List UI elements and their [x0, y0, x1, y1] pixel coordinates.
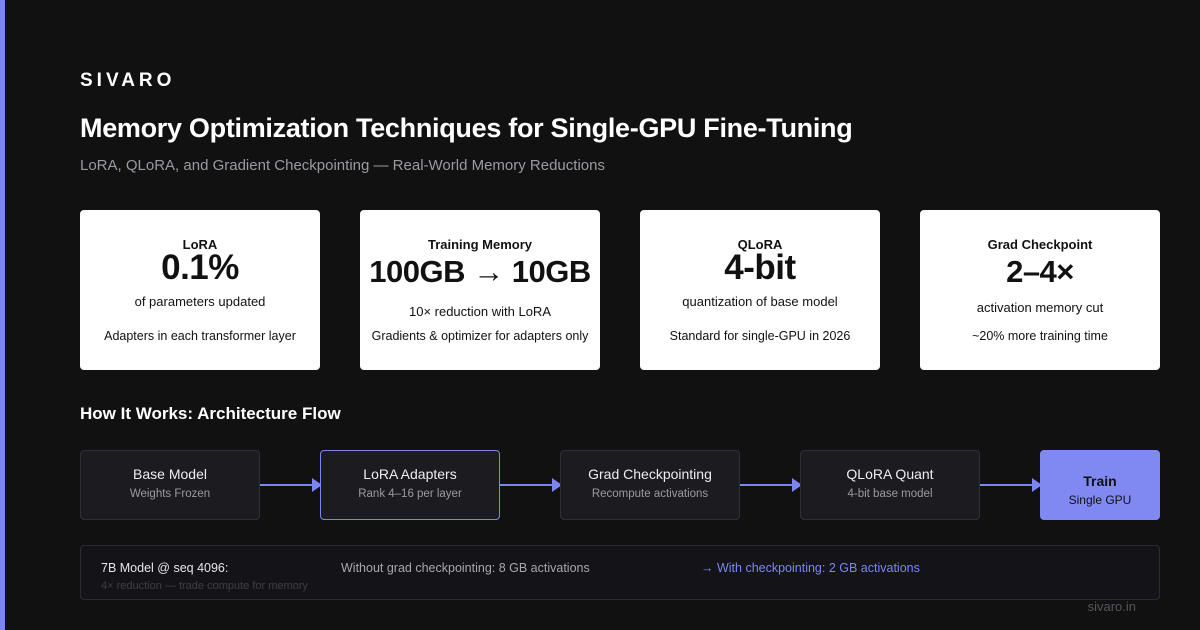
flow-arrow	[260, 478, 322, 492]
page: SIVARO Memory Optimization Techniques fo…	[0, 0, 1200, 630]
flow-arrow	[980, 478, 1042, 492]
stat-card-qlora: QLoRA 4-bit quantization of base model S…	[640, 210, 880, 370]
stat-label: Training Memory	[427, 237, 533, 252]
stat-desc: activation memory cut	[976, 300, 1104, 315]
flow-node-title: Train	[1083, 473, 1117, 489]
accent-bar	[0, 0, 5, 630]
stat-value: 100GB → 10GB	[369, 254, 591, 289]
stat-desc: of parameters updated	[134, 294, 266, 309]
flow-node-qlora-quant: QLoRA Quant 4-bit base model	[800, 450, 980, 520]
flow-node-subtitle: Rank 4–16 per layer	[358, 488, 462, 500]
flow-node-title: QLoRA Quant	[846, 466, 934, 482]
info-label: 7B Model @ seq 4096:	[101, 561, 229, 575]
stat-note: Adapters in each transformer layer	[104, 329, 296, 343]
flow-arrow	[500, 478, 562, 492]
flow-node-lora-adapters: LoRA Adapters Rank 4–16 per layer	[320, 450, 500, 520]
section-title: How It Works: Architecture Flow	[80, 404, 341, 423]
footer-url: sivaro.in	[1087, 599, 1136, 614]
flow-node-train: Train Single GPU	[1040, 450, 1160, 520]
stat-desc: 10× reduction with LoRA	[408, 304, 551, 319]
stat-value: 2–4×	[1006, 254, 1074, 289]
stat-desc: quantization of base model	[682, 294, 838, 309]
stat-label: Grad Checkpoint	[987, 237, 1093, 252]
flow-node-grad-checkpointing: Grad Checkpointing Recompute activations	[560, 450, 740, 520]
info-without-checkpointing: Without grad checkpointing: 8 GB activat…	[341, 561, 590, 575]
page-title: Memory Optimization Techniques for Singl…	[80, 113, 853, 143]
page-subtitle: LoRA, QLoRA, and Gradient Checkpointing …	[80, 157, 605, 174]
flow-node-subtitle: Single GPU	[1068, 493, 1132, 507]
flow-node-subtitle: Weights Frozen	[129, 488, 211, 500]
stat-value: 0.1%	[161, 248, 239, 287]
flow-node-title: Grad Checkpointing	[588, 466, 712, 482]
stat-card-lora: LoRA 0.1% of parameters updated Adapters…	[80, 210, 320, 370]
stat-note: ~20% more training time	[972, 329, 1108, 343]
stat-value: 4-bit	[724, 248, 796, 287]
info-with-checkpointing: → With checkpointing: 2 GB activations	[701, 561, 920, 575]
flow-node-base-model: Base Model Weights Frozen	[80, 450, 260, 520]
flow-arrow	[740, 478, 802, 492]
flow-node-title: Base Model	[133, 466, 207, 482]
brand-logo: SIVARO	[80, 70, 176, 91]
stat-note: Gradients & optimizer for adapters only	[371, 329, 589, 343]
stat-card-training-memory: Training Memory 100GB → 10GB 10× reducti…	[360, 210, 600, 370]
info-footnote: 4× reduction — trade compute for memory	[101, 580, 308, 592]
stat-card-grad-checkpoint: Grad Checkpoint 2–4× activation memory c…	[920, 210, 1160, 370]
flow-node-subtitle: Recompute activations	[591, 488, 709, 500]
flow-node-subtitle: 4-bit base model	[847, 488, 933, 500]
memory-info-bar: 7B Model @ seq 4096: Without grad checkp…	[80, 545, 1160, 600]
stat-note: Standard for single-GPU in 2026	[669, 329, 851, 343]
flow-node-title: LoRA Adapters	[363, 466, 457, 482]
